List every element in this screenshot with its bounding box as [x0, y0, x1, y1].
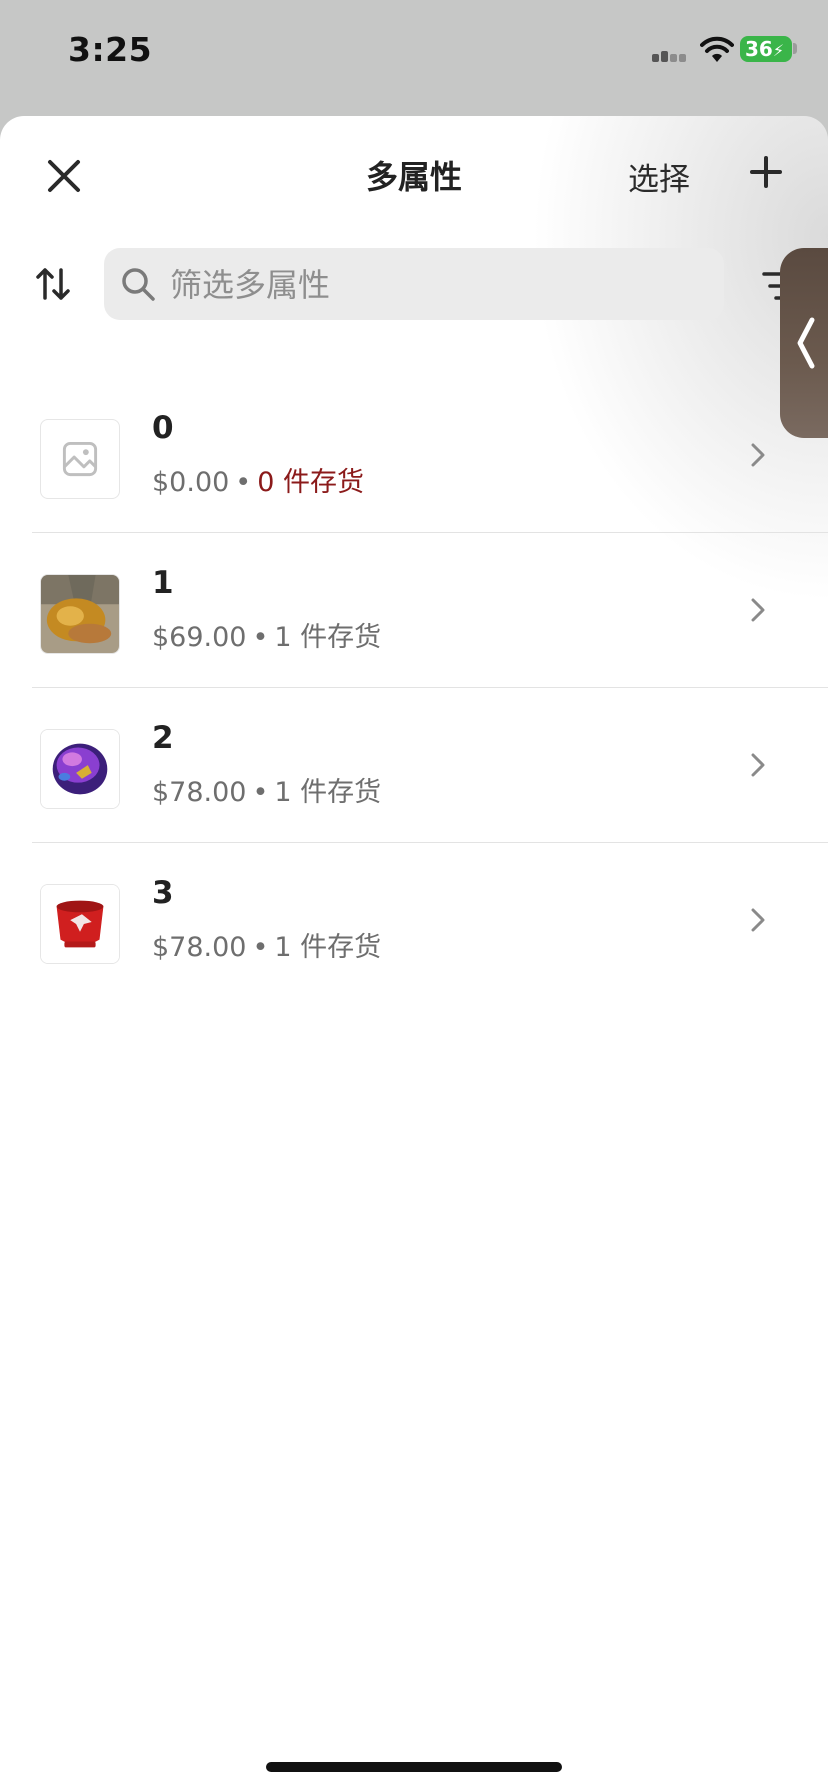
chevron-right-icon: [751, 598, 765, 622]
variant-stock: 1 件存货: [274, 622, 382, 653]
variant-price: $0.00: [152, 467, 230, 498]
separator: •: [252, 622, 269, 653]
purple-cup-image: [41, 730, 119, 808]
variant-stock: 0 件存货: [257, 467, 364, 498]
battery-icon: 36⚡: [740, 36, 792, 62]
search-box[interactable]: [104, 248, 724, 322]
chevron-right-icon: [751, 443, 765, 467]
variant-details: $69.00 • 1 件存货: [152, 615, 381, 654]
red-cup-image: [41, 885, 119, 963]
list-item[interactable]: 1 $69.00 • 1 件存货: [32, 533, 828, 688]
variant-price: $69.00: [152, 622, 247, 653]
purple-cup-thumbnail: [40, 729, 120, 809]
chevron-left-icon: [797, 317, 815, 369]
list-item[interactable]: 2 $78.00 • 1 件存货: [32, 688, 828, 843]
variant-stock: 1 件存货: [274, 777, 382, 808]
variant-details: $78.00 • 1 件存货: [152, 925, 381, 964]
chevron-right-icon: [751, 908, 765, 932]
red-cup-thumbnail: [40, 884, 120, 964]
variant-details: $78.00 • 1 件存货: [152, 770, 381, 809]
separator: •: [252, 932, 269, 963]
golden-cup-thumbnail: [40, 574, 120, 654]
battery-cap: [793, 43, 797, 54]
status-time: 3:25: [68, 30, 153, 69]
variant-list: 0 $0.00 • 0 件存货 1 $69.00 • 1 件存货 2 $78.0…: [32, 378, 828, 997]
variant-name: 3: [152, 875, 174, 911]
variant-name: 0: [152, 410, 174, 446]
chevron-right-icon: [751, 753, 765, 777]
list-item[interactable]: 3 $78.00 • 1 件存货: [32, 843, 828, 997]
variants-sheet: 多属性 选择 筛选多属性 0 $0.00 • 0 件存货 1 $69.00 • …: [0, 116, 828, 1792]
image-placeholder-thumbnail: [40, 419, 120, 499]
wifi-icon: [700, 36, 734, 62]
search-icon: [122, 268, 155, 301]
battery-level: 36: [745, 37, 773, 61]
variant-details: $0.00 • 0 件存货: [152, 460, 364, 499]
home-indicator[interactable]: [266, 1762, 562, 1772]
list-item[interactable]: 0 $0.00 • 0 件存货: [32, 378, 828, 533]
golden-cup-image: [41, 575, 119, 653]
variant-name: 2: [152, 720, 174, 756]
variant-stock: 1 件存货: [274, 932, 382, 963]
search-input[interactable]: [168, 248, 712, 322]
add-icon[interactable]: [746, 152, 786, 192]
separator: •: [235, 467, 252, 498]
cellular-signal-icon: [652, 46, 690, 62]
image-placeholder-icon: [62, 441, 98, 477]
variant-price: $78.00: [152, 932, 247, 963]
sort-icon[interactable]: [34, 264, 72, 304]
search-row: [0, 248, 828, 322]
status-bar: 3:25 36⚡: [0, 0, 828, 110]
page-title: 多属性: [365, 158, 462, 196]
separator: •: [252, 777, 269, 808]
select-button[interactable]: 选择: [628, 154, 690, 199]
side-drawer-handle[interactable]: [780, 248, 828, 438]
variant-price: $78.00: [152, 777, 247, 808]
sheet-header: 多属性 选择: [0, 116, 828, 226]
variant-name: 1: [152, 565, 174, 601]
